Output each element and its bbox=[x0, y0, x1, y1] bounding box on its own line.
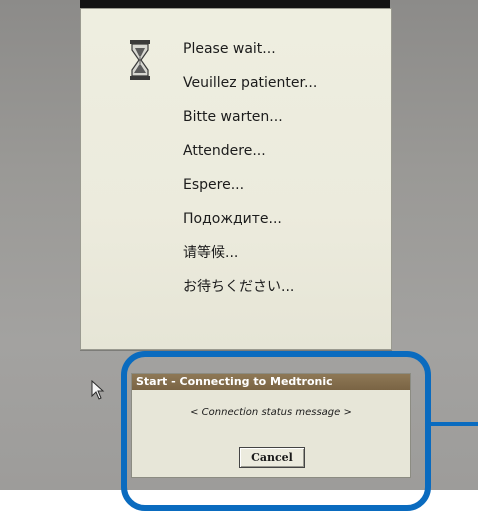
wait-message-russian: Подождите... bbox=[183, 211, 282, 227]
wait-messages-list: Please wait... Veuillez patienter... Bit… bbox=[183, 39, 317, 311]
wait-message-german: Bitte warten... bbox=[183, 109, 283, 125]
wait-message-french: Veuillez patienter... bbox=[183, 75, 318, 91]
callout-highlight-box bbox=[121, 351, 431, 511]
callout-pointer-line bbox=[431, 422, 478, 426]
photo-frame: Please wait... Veuillez patienter... Bit… bbox=[0, 0, 478, 514]
wait-message-english: Please wait... bbox=[183, 41, 276, 57]
wait-message-italian: Attendere... bbox=[183, 143, 266, 159]
wait-message-japanese: お待ちください... bbox=[183, 279, 295, 295]
wait-message-chinese: 请等候... bbox=[183, 245, 239, 261]
hourglass-icon bbox=[130, 40, 150, 80]
mouse-pointer-icon bbox=[91, 380, 105, 400]
wait-message-spanish: Espere... bbox=[183, 177, 245, 193]
